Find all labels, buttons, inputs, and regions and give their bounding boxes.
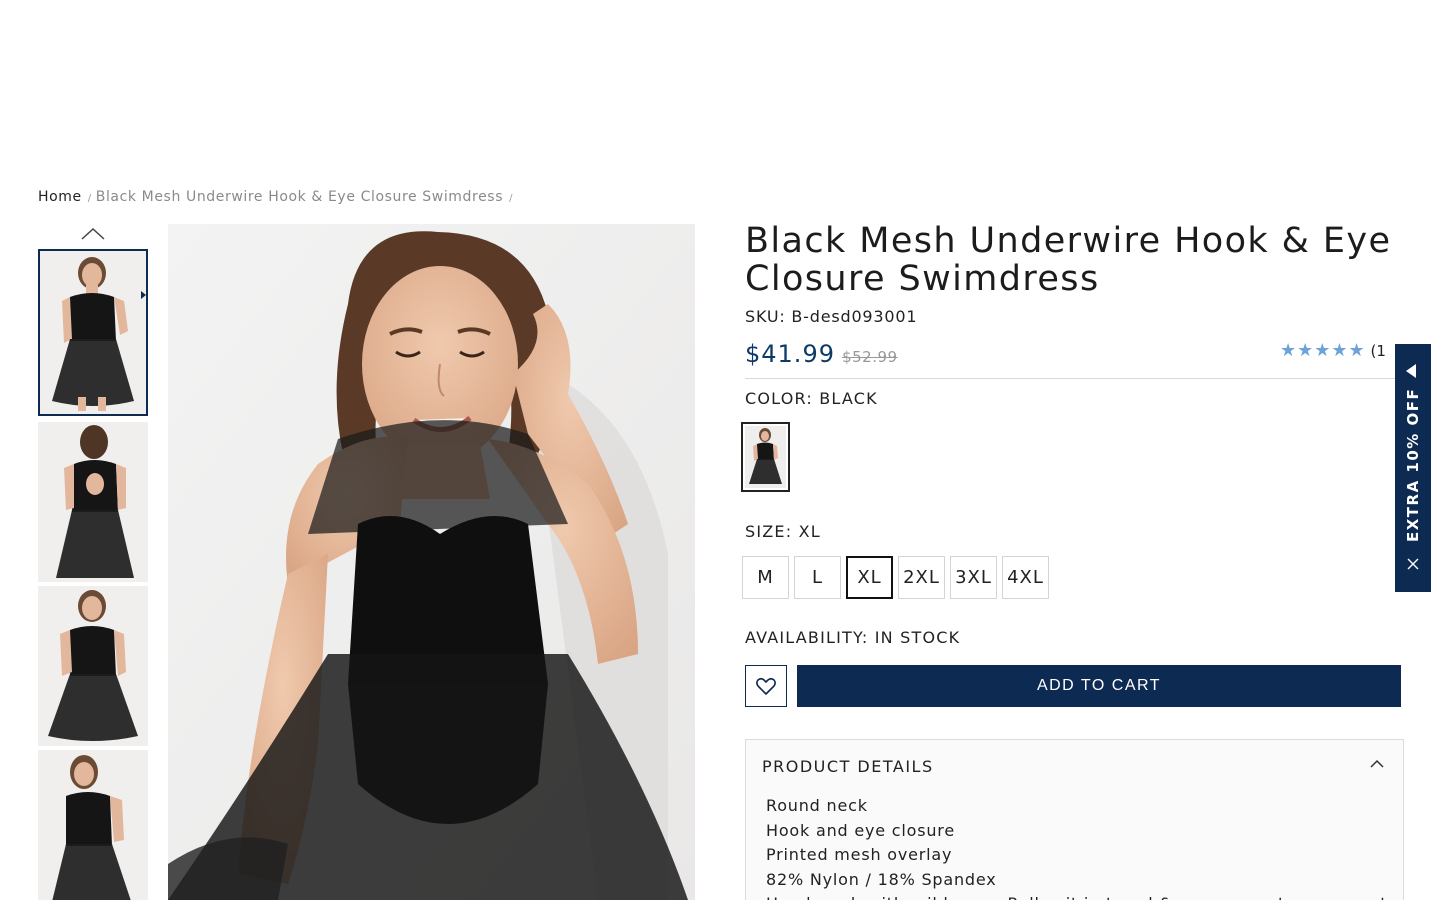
list-item: 82% Nylon / 18% Spandex	[766, 869, 997, 889]
breadcrumb-current[interactable]: Black Mesh Underwire Hook & Eye Closure …	[96, 189, 503, 205]
list-item: Hook and eye closure	[766, 820, 955, 840]
list-item: Hand wash with mild soap. Roll suit in t…	[766, 892, 1405, 900]
add-to-cart-button[interactable]: ADD TO CART	[797, 665, 1401, 707]
promo-text: EXTRA 10% OFF	[1404, 387, 1422, 542]
thumbnail-front[interactable]	[38, 249, 148, 416]
color-label: COLOR: BLACK	[745, 389, 878, 408]
chevron-up-icon[interactable]	[1369, 756, 1385, 770]
product-rating[interactable]: ★★★★★ (1	[1280, 340, 1395, 361]
size-options: M L XL 2XL 3XL 4XL	[742, 556, 1049, 599]
chevron-up-icon[interactable]	[80, 224, 106, 244]
product-details-panel: PRODUCT DETAILS Round neck Hook and eye …	[745, 739, 1405, 900]
product-details-header[interactable]: PRODUCT DETAILS	[762, 757, 934, 776]
thumbnail-gallery	[38, 224, 148, 900]
list-item: Round neck	[766, 796, 868, 815]
size-option-4xl[interactable]: 4XL	[1002, 556, 1049, 599]
breadcrumb-separator: /	[509, 193, 514, 204]
add-to-wishlist-button[interactable]	[745, 665, 787, 707]
current-price: $41.99	[745, 340, 835, 368]
product-sku: SKU: B-desd093001	[745, 307, 918, 326]
breadcrumb-home-link[interactable]: Home	[38, 189, 82, 205]
price-row: $41.99 $52.99	[745, 340, 898, 368]
heart-icon	[756, 677, 776, 695]
triangle-left-icon[interactable]	[1406, 364, 1416, 378]
breadcrumb: Home / Black Mesh Underwire Hook & Eye Clo…	[38, 189, 517, 205]
size-option-3xl[interactable]: 3XL	[950, 556, 997, 599]
availability-status: AVAILABILITY: IN STOCK	[745, 628, 961, 647]
close-icon[interactable]	[1406, 556, 1420, 570]
color-swatch-black[interactable]	[741, 422, 790, 492]
divider	[745, 378, 1395, 379]
list-item: Printed mesh overlay	[766, 845, 953, 864]
size-option-2xl[interactable]: 2XL	[898, 556, 945, 599]
product-details-list: Round neck Hook and eye closure Printed …	[766, 794, 1405, 900]
promo-side-tab[interactable]: EXTRA 10% OFF	[1395, 344, 1431, 592]
thumbnail-side[interactable]	[38, 586, 148, 746]
size-label: SIZE: XL	[745, 522, 821, 541]
thumbnail-pose[interactable]	[38, 750, 148, 900]
thumbnail-pointer-icon	[141, 291, 146, 299]
thumbnail-back[interactable]	[38, 422, 148, 582]
product-title: Black Mesh Underwire Hook & Eye Closure …	[745, 221, 1392, 299]
breadcrumb-separator: /	[87, 193, 92, 204]
size-option-m[interactable]: M	[742, 556, 789, 599]
size-option-l[interactable]: L	[794, 556, 841, 599]
rating-count: (1	[1370, 342, 1386, 360]
rating-stars-icon: ★★★★★	[1280, 340, 1366, 361]
size-option-xl[interactable]: XL	[846, 556, 893, 599]
main-product-image[interactable]	[168, 224, 695, 900]
original-price: $52.99	[842, 348, 898, 366]
